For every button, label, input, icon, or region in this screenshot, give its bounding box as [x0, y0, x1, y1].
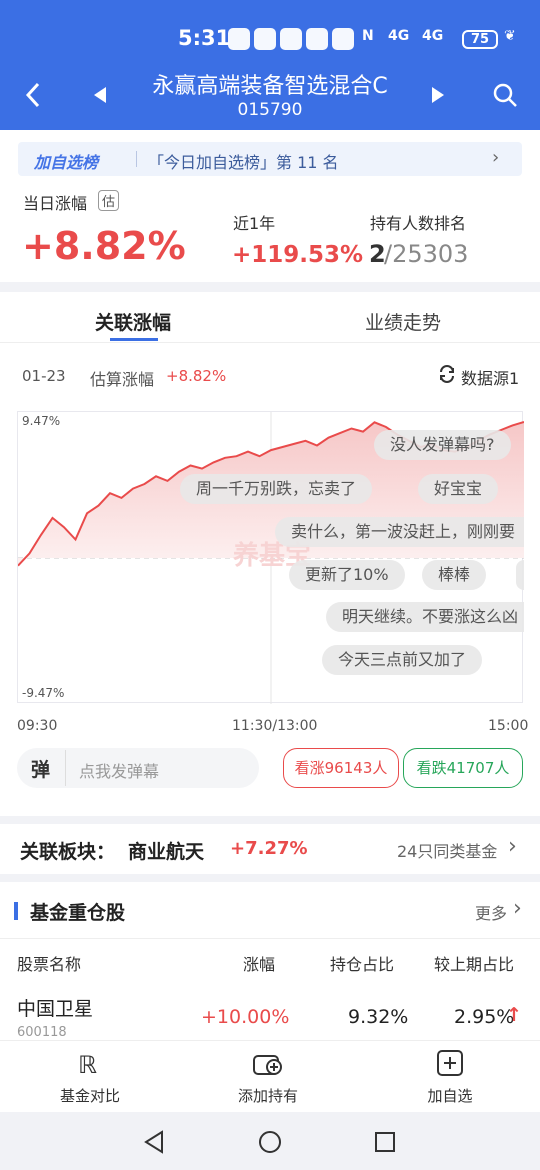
system-nav-bar	[0, 1112, 540, 1170]
col-header-change: 涨幅	[243, 955, 276, 974]
sector-label: 关联板块：	[20, 841, 116, 863]
watchlist-rank-banner[interactable]: 加自选榜 「今日加自选榜」第 11 名 ›	[18, 142, 522, 176]
sector-name: 商业航天	[128, 841, 205, 863]
bottom-toolbar: ℝ 基金对比 添加持有 加自选	[0, 1040, 540, 1112]
intraday-chart: 养基宝 9.47% -9.47% 没人发弹幕吗? 周一千万别跌，忘卖了 好宝宝 …	[17, 411, 525, 704]
back-triangle-icon[interactable]	[143, 1130, 165, 1154]
danmu-bubble: 好宝宝	[418, 474, 499, 504]
year-change-value: +119.53%	[232, 242, 364, 268]
plus-square-icon	[437, 1050, 463, 1076]
similar-funds-link[interactable]: 24只同类基金	[397, 838, 497, 862]
add-watchlist-button[interactable]: 加自选	[390, 1049, 510, 1106]
svg-text:ℝ: ℝ	[78, 1051, 97, 1077]
chevron-right-icon: ›	[508, 834, 517, 859]
danmu-bubble: 卖什么，第一波没赶上，刚刚要	[275, 517, 524, 547]
nfc-icon: N	[362, 28, 374, 44]
estimate-label: 估算涨幅	[90, 370, 155, 389]
chevron-right-icon: ›	[492, 147, 500, 168]
danmu-bubble: 棒棒	[422, 560, 487, 590]
wallet-add-icon	[253, 1055, 282, 1075]
danmu-bubble-partial	[516, 560, 524, 590]
holder-rank-total: /25303	[384, 240, 469, 268]
chevron-right-icon: ›	[513, 896, 522, 921]
estimate-badge: 估	[98, 190, 120, 211]
top-nav: 永赢高端装备智选混合C 015790	[0, 60, 540, 130]
vote-up-button[interactable]: 看涨96143人	[283, 748, 399, 788]
banner-text: 「今日加自选榜」第 11 名	[148, 153, 339, 172]
tab-related-change[interactable]: 关联涨幅	[95, 308, 171, 335]
top-holdings-card: 基金重仓股 更多 › 股票名称 涨幅 持仓占比 较上期占比 中国卫星 60011…	[0, 882, 540, 1042]
stock-change: +10.00%	[201, 1006, 290, 1028]
home-circle-icon[interactable]	[258, 1130, 282, 1154]
related-sector-row[interactable]: 关联板块： 商业航天 +7.27% 24只同类基金 ›	[0, 824, 540, 874]
danmu-bubble: 周一千万别跌，忘卖了	[180, 474, 373, 504]
year-change-label: 近1年	[233, 214, 276, 233]
holdings-title: 基金重仓股	[30, 902, 126, 924]
col-header-name: 股票名称	[17, 955, 82, 974]
app-notification-icon	[306, 28, 328, 50]
danmu-bubble: 今天三点前又加了	[322, 645, 483, 675]
status-bar: 5:31 N 4G 4G 75 ❦	[0, 0, 540, 60]
arrow-up-icon: ↑	[506, 1004, 522, 1026]
danmu-bubble: 明天继续。不要涨这么凶	[326, 602, 524, 632]
signal-icon: 4G	[388, 28, 410, 44]
divider	[65, 750, 66, 786]
fund-compare-label: 基金对比	[59, 1087, 120, 1105]
next-fund-icon[interactable]	[430, 86, 446, 104]
search-icon[interactable]	[492, 82, 518, 108]
danmu-bubble: 没人发弹幕吗?	[374, 430, 511, 460]
app-notification-icon	[228, 28, 250, 50]
divider	[0, 342, 540, 343]
data-source-button[interactable]: 数据源1	[461, 365, 519, 389]
signal-icon: 4G	[422, 28, 444, 44]
sector-change: +7.27%	[230, 838, 308, 859]
compare-icon: ℝ	[78, 1051, 97, 1079]
switch-source-icon[interactable]	[438, 365, 456, 383]
divider	[0, 938, 540, 939]
chart-date: 01-23	[22, 367, 66, 385]
battery-icon: 75	[462, 30, 498, 49]
tab-indicator	[110, 338, 158, 341]
x-tick-mid: 11:30/13:00	[232, 718, 318, 734]
danmu-icon: 弹	[31, 759, 51, 781]
x-tick-start: 09:30	[17, 718, 58, 734]
fund-code: 015790	[237, 100, 303, 120]
app-notification-icon	[254, 28, 276, 50]
fund-summary-card: 加自选榜 「今日加自选榜」第 11 名 › 当日涨幅 估 +8.82% 近1年 …	[0, 130, 540, 282]
chart-card: 关联涨幅 业绩走势 01-23 估算涨幅 +8.82% 数据源1 养基宝 9.4…	[0, 292, 540, 816]
tab-performance[interactable]: 业绩走势	[365, 308, 441, 335]
fund-title: 永赢高端装备智选混合C	[152, 74, 388, 99]
col-header-ratio: 持仓占比	[330, 955, 395, 974]
divider	[136, 151, 137, 167]
danmu-input[interactable]: 弹 点我发弹幕	[17, 748, 259, 788]
stock-code: 600118	[17, 1025, 67, 1040]
danmu-bubble: 更新了10%	[289, 560, 405, 590]
y-tick-bottom: -9.47%	[22, 686, 65, 700]
estimate-value: +8.82%	[166, 367, 227, 385]
danmu-placeholder: 点我发弹幕	[79, 762, 160, 781]
col-header-prev: 较上期占比	[434, 955, 515, 974]
more-button[interactable]: 更多	[475, 900, 507, 924]
holder-rank-label: 持有人数排名	[370, 214, 467, 233]
y-tick-top: 9.47%	[22, 414, 61, 428]
banner-tag: 加自选榜	[34, 153, 99, 172]
vote-down-button[interactable]: 看跌41707人	[403, 748, 523, 788]
add-holding-button[interactable]: 添加持有	[208, 1049, 328, 1106]
x-tick-end: 15:00	[488, 718, 529, 734]
app-notification-icon	[332, 28, 354, 50]
fund-compare-button[interactable]: ℝ 基金对比	[30, 1049, 150, 1106]
stock-ratio: 9.32%	[348, 1006, 409, 1028]
table-row[interactable]: 中国卫星 600118 +10.00% 9.32% 2.95% ↑	[0, 986, 540, 1042]
status-time: 5:31	[178, 26, 231, 50]
section-marker	[14, 902, 18, 920]
add-watchlist-label: 加自选	[427, 1087, 473, 1105]
leaf-icon: ❦	[504, 28, 516, 44]
day-change-value: +8.82%	[22, 224, 186, 268]
add-holding-label: 添加持有	[237, 1087, 298, 1105]
tiktok-icon	[280, 28, 302, 50]
day-change-label: 当日涨幅	[23, 194, 88, 213]
stock-name: 中国卫星	[17, 998, 94, 1020]
recents-square-icon[interactable]	[374, 1131, 396, 1153]
